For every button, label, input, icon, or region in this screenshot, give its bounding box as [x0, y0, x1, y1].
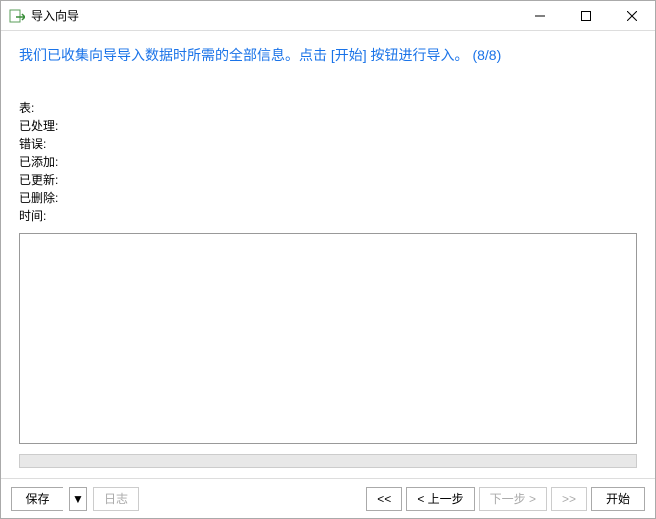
log-button[interactable]: 日志: [93, 487, 139, 511]
titlebar: 导入向导: [1, 1, 655, 31]
import-wizard-window: 导入向导 我们已收集向导导入数据时所需的全部信息。点击 [开始] 按钮进行导入。…: [0, 0, 656, 519]
prev-button[interactable]: < 上一步: [406, 487, 474, 511]
stat-deleted-label: 已删除: [19, 189, 58, 207]
save-button[interactable]: 保存: [11, 487, 63, 511]
stat-added-label: 已添加: [19, 153, 58, 171]
stat-errors-label: 错误: [19, 135, 46, 153]
save-split-button[interactable]: 保存 ▼: [11, 487, 93, 511]
window-controls: [517, 1, 655, 30]
stat-updated-label: 已更新: [19, 171, 58, 189]
chevron-down-icon: ▼: [72, 492, 84, 506]
stat-table-label: 表: [19, 99, 34, 117]
last-button[interactable]: >>: [551, 487, 587, 511]
instruction-text: 我们已收集向导导入数据时所需的全部信息。点击 [开始] 按钮进行导入。 (8/8…: [19, 45, 637, 65]
progress-bar: [19, 454, 637, 468]
stat-time-label: 时间: [19, 207, 46, 225]
first-button[interactable]: <<: [366, 487, 402, 511]
stats-block: 表 已处理 错误 已添加 已更新 已删除 时间: [19, 99, 637, 225]
save-dropdown-button[interactable]: ▼: [69, 487, 87, 511]
window-title: 导入向导: [31, 7, 517, 24]
minimize-button[interactable]: [517, 1, 563, 30]
app-icon: [9, 8, 25, 24]
log-output[interactable]: [19, 233, 637, 444]
maximize-button[interactable]: [563, 1, 609, 30]
stat-processed-label: 已处理: [19, 117, 58, 135]
content-area: 我们已收集向导导入数据时所需的全部信息。点击 [开始] 按钮进行导入。 (8/8…: [1, 31, 655, 478]
start-button[interactable]: 开始: [591, 487, 645, 511]
close-button[interactable]: [609, 1, 655, 30]
next-button[interactable]: 下一步 >: [479, 487, 547, 511]
nav-buttons: << < 上一步 下一步 > >> 开始: [366, 487, 645, 511]
button-bar: 保存 ▼ 日志 << < 上一步 下一步 > >> 开始: [1, 478, 655, 518]
